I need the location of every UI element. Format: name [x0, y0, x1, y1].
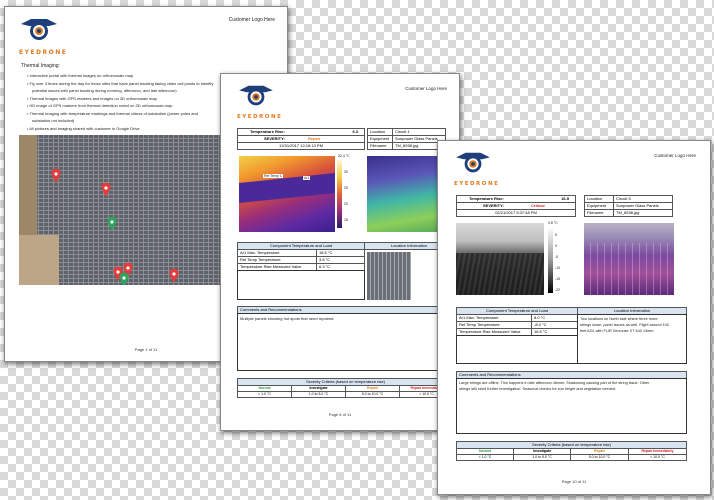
visual-hd-image — [584, 223, 674, 295]
location-info-text: Two locations on North side where three … — [580, 317, 658, 321]
location-info-box: Two locations on North side where three … — [577, 314, 687, 364]
scale-tick: 0 — [555, 244, 557, 248]
gps-marker-pin-icon[interactable] — [107, 217, 117, 231]
report-page-10: EYEDRONE Customer Logo Here Temperature … — [437, 140, 711, 495]
bullet-list: • Interactive portal with thermal images… — [27, 72, 213, 132]
criteria-value: 5.0 to 10.0 °C — [570, 454, 629, 461]
gps-marker-pin-icon[interactable] — [101, 183, 111, 197]
section-title: Thermal Imaging: — [21, 63, 60, 69]
thermal-image: Ref Temp 1 Ar1 — [239, 156, 335, 232]
datetime-cell: 02/21/2017 5:37:48 PM — [456, 209, 576, 217]
location-map-image — [367, 252, 411, 300]
list-item: • Interactive portal with thermal images… — [27, 73, 134, 78]
list-item: • Thermal images with GPS markers and im… — [27, 95, 157, 101]
comments-text: Multiple panels showing hot spots that n… — [240, 316, 335, 321]
comments-text: Large strings are offline. This happens … — [459, 381, 650, 385]
comments-box: Large strings are offline. This happens … — [456, 378, 687, 434]
gps-marker-pin-icon[interactable] — [169, 269, 179, 283]
list-item: • HD image of GPS markers from thermal d… — [27, 103, 173, 108]
thermal-marker-label: Ar1 — [303, 176, 311, 180]
criteria-value: < 1.0 °C — [237, 391, 292, 398]
drone-logo-icon — [239, 85, 273, 106]
page-footer: Page 6 of 11 — [328, 412, 352, 417]
scale-tick: 20 — [344, 202, 348, 206]
list-item: substation not included) — [32, 118, 75, 123]
list-item: • Fly over 3 times during the day for th… — [27, 80, 214, 86]
customer-logo-placeholder: Customer Logo Here — [654, 153, 696, 158]
criteria-value: 1.0 to 5.0 °C — [513, 454, 571, 461]
comments-text: strings still need further investigation… — [459, 387, 617, 391]
datetime-cell: 12/31/2017 12:18:13 PM — [237, 142, 365, 150]
eyedrone-logo: EYEDRONE — [454, 149, 499, 187]
filename-label: Filename — [584, 209, 614, 217]
scale-tick: 30 — [344, 170, 348, 174]
temperature-color-scale — [337, 160, 342, 228]
gps-marker-pin-icon[interactable] — [119, 273, 129, 285]
drone-logo-icon — [456, 152, 490, 173]
scale-tick: -10 — [555, 266, 561, 270]
visual-hd-image — [367, 156, 445, 232]
component-table-frame — [237, 270, 365, 300]
filename-label: Filename — [367, 142, 393, 150]
scale-tick: 15 — [344, 218, 348, 222]
eyedrone-logo: EYEDRONE — [19, 15, 67, 56]
list-item: • All pictures and imaging shared with c… — [27, 125, 140, 131]
scale-tick: -22 — [555, 288, 561, 292]
eyedrone-logo: EYEDRONE — [237, 82, 282, 120]
filename-value: TM_8538.jpg — [613, 209, 673, 217]
brand-name: EYEDRONE — [237, 114, 283, 120]
comments-box: Multiple panels showing hot spots that n… — [237, 313, 454, 371]
criteria-value: < 1.0 °C — [456, 454, 514, 461]
brand-name: EYEDRONE — [19, 49, 68, 56]
list-item: potential issues with panel tracking dur… — [32, 88, 177, 93]
customer-logo-placeholder: Customer Logo Here — [228, 17, 275, 23]
criteria-value: > 10.0 °C — [628, 454, 687, 461]
brand-name: EYEDRONE — [454, 181, 500, 187]
scale-max-label: 9.8 °C — [548, 221, 558, 225]
component-table-frame — [456, 335, 578, 364]
customer-logo-placeholder: Customer Logo Here — [405, 86, 447, 91]
location-info-text: feet AGL with FLIR Zenmuse XT 640 13mm. — [580, 329, 655, 333]
criteria-value: 5.0 to 10.0 °C — [345, 391, 400, 398]
thermal-image — [456, 223, 544, 295]
scale-tick: -5 — [555, 255, 559, 259]
page-footer: Page 10 of 11 — [561, 479, 587, 484]
report-page-6: EYEDRONE Customer Logo Here Temperature … — [220, 73, 460, 431]
scale-tick: 25 — [344, 186, 348, 190]
scale-tick: -15 — [555, 277, 561, 281]
temperature-color-scale — [548, 227, 553, 293]
drone-logo-icon — [21, 19, 57, 40]
location-info-text: strings down, panel issues as well. Flig… — [580, 323, 669, 327]
scale-tick: 5 — [555, 233, 557, 237]
thermal-marker-label: Ref Temp 1 — [263, 174, 283, 178]
criteria-value: 1.0 to 5.0 °C — [291, 391, 346, 398]
gps-marker-pin-icon[interactable] — [51, 169, 61, 183]
list-item: • Thermal imaging with temperature marki… — [27, 110, 198, 116]
scale-max-label: 32.4 °C — [338, 154, 350, 158]
